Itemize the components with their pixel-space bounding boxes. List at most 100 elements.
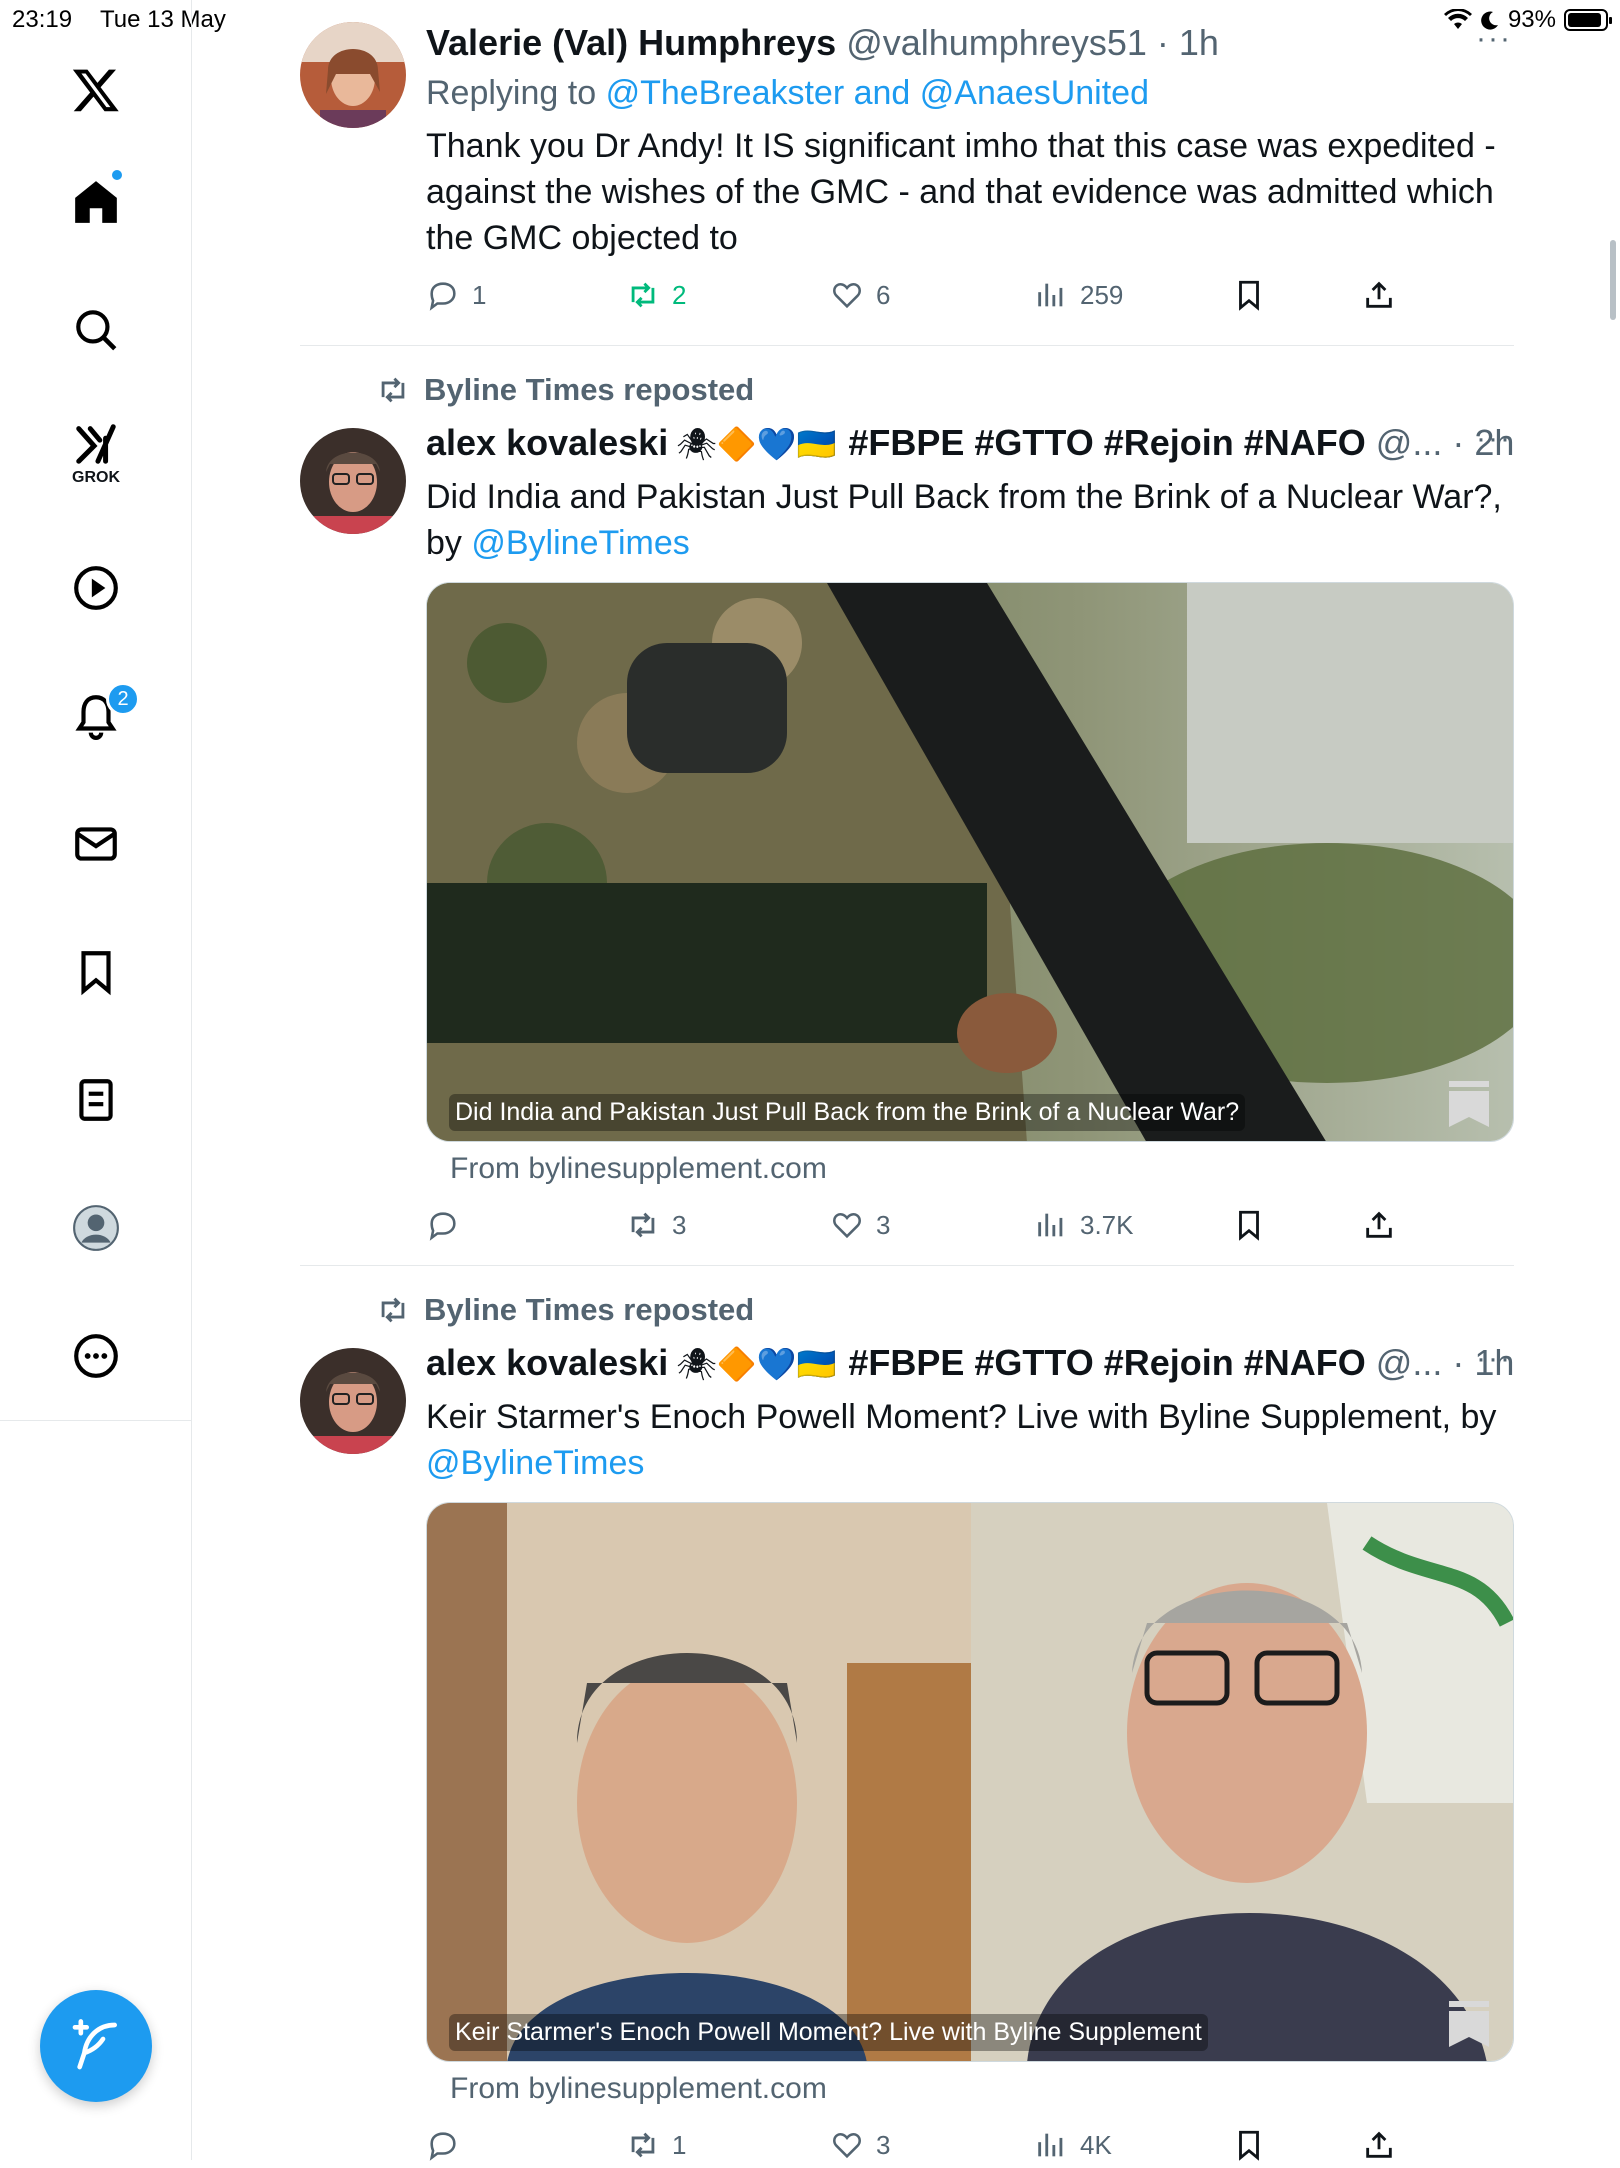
share-icon (1366, 1211, 1392, 1238)
repost-icon (381, 1297, 405, 1323)
reply-button[interactable] (426, 1208, 472, 1242)
like-button[interactable]: 3 (830, 2128, 890, 2162)
sidebar: GROK 2 (0, 0, 192, 2160)
sidebar-item-more[interactable] (46, 1306, 146, 1406)
views-icon (1038, 1213, 1063, 1237)
scrollbar[interactable] (1610, 240, 1616, 320)
tweet-actions: 3 3 3.7K (426, 1208, 1514, 1248)
lists-icon (79, 1079, 113, 1121)
repost-icon (631, 1212, 655, 1238)
views-button[interactable]: 3.7K (1034, 1208, 1134, 1242)
share-button[interactable] (1362, 278, 1396, 312)
sidebar-item-video[interactable] (46, 538, 146, 638)
more-options-icon[interactable]: ··· (1476, 422, 1512, 456)
repost-button[interactable]: 3 (626, 1208, 686, 1242)
repost-icon (631, 282, 655, 308)
compose-button[interactable] (40, 1990, 152, 2102)
video-card[interactable]: Keir Starmer's Enoch Powell Moment? Live… (426, 1502, 1514, 2062)
link-card[interactable]: Did India and Pakistan Just Pull Back fr… (426, 582, 1514, 1142)
more-options-icon[interactable]: ··· (1476, 1342, 1512, 1376)
bookmark-icon (1239, 1210, 1259, 1241)
sidebar-item-home[interactable] (46, 152, 146, 252)
replying-to: Replying to @TheBreakster and @AnaesUnit… (426, 74, 1149, 112)
heart-icon (833, 283, 861, 309)
bookmarks-icon (81, 951, 111, 996)
mention-link[interactable]: @BylineTimes (471, 524, 689, 562)
author-name-tags[interactable]: #FBPE #GTTO #Rejoin #NAFO (848, 1342, 1365, 1384)
views-icon (1038, 2133, 1063, 2157)
sidebar-item-grok[interactable]: GROK (46, 404, 146, 504)
more-options-icon[interactable]: ··· (1476, 22, 1512, 56)
author-name-tags[interactable]: #FBPE #GTTO #Rejoin #NAFO (848, 422, 1365, 464)
x-logo-icon[interactable] (46, 40, 146, 140)
like-button[interactable]: 6 (830, 278, 890, 312)
author-name[interactable]: alex kovaleski (426, 422, 668, 464)
tweet-divider (300, 345, 1514, 346)
battery-icon (1564, 9, 1612, 31)
tweet-text: Thank you Dr Andy! It IS significant imh… (426, 127, 1496, 257)
views-button[interactable]: 259 (1034, 278, 1123, 312)
sidebar-item-notifications[interactable]: 2 (46, 666, 146, 766)
author-name-emoji: 🕷🔶💙🇺🇦 (676, 1346, 837, 1382)
home-dot (110, 168, 124, 182)
bookmark-button[interactable] (1232, 1208, 1266, 1242)
share-icon (1366, 281, 1392, 308)
mention-link[interactable]: @BylineTimes (426, 1444, 644, 1482)
replying-to-link[interactable]: @TheBreakster and @AnaesUnited (606, 74, 1149, 112)
tweet-text: Keir Starmer's Enoch Powell Moment? Live… (426, 1398, 1497, 1482)
card-source[interactable]: From bylinesupplement.com (450, 1152, 827, 1186)
notifications-badge: 2 (106, 682, 140, 716)
tweet-actions: 1 2 6 259 (426, 278, 1514, 318)
tweet-text: Did India and Pakistan Just Pull Back fr… (426, 478, 1502, 562)
sidebar-item-profile[interactable] (46, 1178, 146, 1278)
share-icon (1366, 2131, 1392, 2158)
author-name[interactable]: Valerie (Val) Humphreys (426, 22, 836, 64)
repost-button[interactable]: 1 (626, 2128, 686, 2162)
compose-icon (72, 2019, 117, 2070)
grok-icon (76, 424, 116, 464)
tweet-divider (300, 1265, 1514, 1266)
reply-icon (429, 282, 456, 311)
like-button[interactable]: 3 (830, 1208, 890, 1242)
bookmark-overlay-icon (1449, 1081, 1489, 1127)
reply-icon (429, 2132, 456, 2161)
bookmark-button[interactable] (1232, 278, 1266, 312)
reply-button[interactable] (426, 2128, 472, 2162)
home-icon (75, 181, 117, 223)
reply-button[interactable]: 1 (426, 278, 486, 312)
mail-icon (75, 827, 117, 861)
sidebar-item-search[interactable] (46, 280, 146, 380)
bookmark-overlay-icon (1449, 2001, 1489, 2047)
card-image (427, 583, 1513, 1141)
reply-icon (429, 1212, 456, 1241)
sidebar-item-lists[interactable] (46, 1050, 146, 1150)
repost-context[interactable]: Byline Times reposted (376, 372, 754, 408)
card-caption: Did India and Pakistan Just Pull Back fr… (449, 1094, 1246, 1131)
card-image (427, 1503, 1513, 2061)
tweet-actions: 1 3 4K (426, 2128, 1514, 2168)
views-button[interactable]: 4K (1034, 2128, 1112, 2162)
profile-icon (73, 1205, 119, 1251)
avatar[interactable] (300, 22, 406, 128)
avatar[interactable] (300, 1348, 406, 1454)
repost-context[interactable]: Byline Times reposted (376, 1292, 754, 1328)
share-button[interactable] (1362, 1208, 1396, 1242)
author-name[interactable]: alex kovaleski (426, 1342, 668, 1384)
sidebar-divider (0, 1420, 192, 1421)
author-handle[interactable]: @valhumphreys51 · 1h (846, 22, 1219, 64)
repost-icon (631, 2132, 655, 2158)
repost-button[interactable]: 2 (626, 278, 686, 312)
video-play-icon (74, 566, 118, 610)
bookmark-icon (1239, 280, 1259, 311)
grok-label: GROK (72, 469, 120, 486)
views-icon (1038, 283, 1063, 307)
bookmark-icon (1239, 2130, 1259, 2161)
card-caption: Keir Starmer's Enoch Powell Moment? Live… (449, 2014, 1208, 2051)
author-name-emoji: 🕷🔶💙🇺🇦 (676, 426, 837, 462)
bookmark-button[interactable] (1232, 2128, 1266, 2162)
avatar[interactable] (300, 428, 406, 534)
sidebar-item-bookmarks[interactable] (46, 922, 146, 1022)
share-button[interactable] (1362, 2128, 1396, 2162)
card-source[interactable]: From bylinesupplement.com (450, 2072, 827, 2106)
sidebar-item-messages[interactable] (46, 794, 146, 894)
